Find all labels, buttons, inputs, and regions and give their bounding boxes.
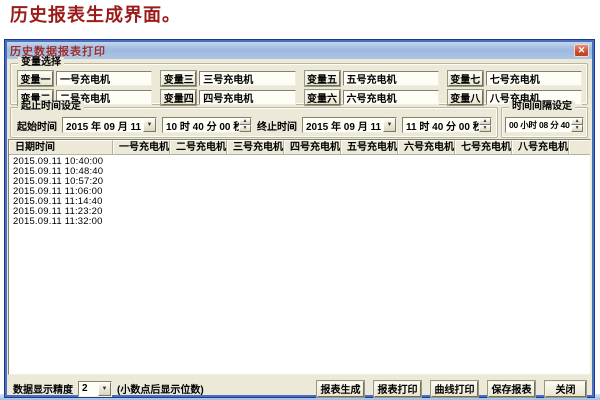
variable-select-group: 变量选择 变量一 一号充电机 变量三 三号充电机 变量五 五号充电机 变量七 七… [10, 63, 588, 105]
column-header-charger-2[interactable]: 二号充电机 [170, 140, 227, 154]
column-header-charger-5[interactable]: 五号充电机 [341, 140, 398, 154]
column-header-charger-4[interactable]: 四号充电机 [284, 140, 341, 154]
variable-1-button[interactable]: 变量一 [18, 71, 53, 86]
start-time-spinner[interactable]: ▲ ▼ [239, 118, 251, 132]
spinner-up-icon[interactable]: ▲ [239, 118, 251, 125]
end-time-input[interactable]: 11 时 40 分 00 秒 ▲ ▼ [402, 117, 492, 133]
generate-report-button[interactable]: 报表生成 [317, 381, 364, 397]
start-date-value: 2015 年 09 月 11 日 [66, 118, 143, 133]
end-date-value: 2015 年 09 月 11 日 [306, 118, 383, 133]
column-header-datetime[interactable]: 日期时间 [9, 140, 113, 154]
end-time-value: 11 时 40 分 00 秒 [406, 118, 479, 133]
heading-fragment: 、 [0, 5, 10, 25]
variable-7-button[interactable]: 变量七 [448, 71, 483, 86]
interval-group: 时间间隔设定 00 小时 08 分 40 秒 ▲ ▼ [501, 107, 588, 138]
column-header-filler [569, 140, 590, 154]
spinner-down-icon[interactable]: ▼ [479, 125, 491, 132]
start-time-label: 起始时间 [17, 118, 57, 133]
table-header-row: 日期时间 一号充电机 二号充电机 三号充电机 四号充电机 五号充电机 六号充电机… [9, 140, 590, 155]
precision-hint: (小数点后显示位数) [117, 381, 204, 396]
interval-spinner[interactable]: ▲ ▼ [571, 118, 583, 132]
start-date-picker[interactable]: 2015 年 09 月 11 日 ▼ [62, 117, 157, 133]
start-time-input[interactable]: 10 时 40 分 00 秒 ▲ ▼ [162, 117, 252, 133]
precision-label: 数据显示精度 [13, 381, 73, 396]
spinner-up-icon[interactable]: ▲ [479, 118, 491, 125]
variable-8-button[interactable]: 变量八 [448, 90, 483, 105]
chevron-down-icon[interactable]: ▼ [98, 382, 111, 396]
precision-select[interactable]: 2 ▼ [78, 381, 112, 397]
save-report-button[interactable]: 保存报表 [488, 381, 535, 397]
variable-7-value-field[interactable]: 七号充电机 [486, 71, 582, 86]
variable-3-value-field[interactable]: 三号充电机 [199, 71, 295, 86]
variable-cell-5: 变量五 五号充电机 [305, 71, 439, 86]
spinner-up-icon[interactable]: ▲ [571, 118, 583, 125]
dialog-client-area: 变量选择 变量一 一号充电机 变量三 三号充电机 变量五 五号充电机 变量七 七… [7, 59, 592, 395]
chevron-down-icon[interactable]: ▼ [143, 118, 156, 132]
time-range-row: 起始时间 2015 年 09 月 11 日 ▼ 10 时 40 分 00 秒 ▲… [17, 117, 492, 133]
end-time-spinner[interactable]: ▲ ▼ [479, 118, 491, 132]
variable-cell-7: 变量七 七号充电机 [448, 71, 582, 86]
variable-grid: 变量一 一号充电机 变量三 三号充电机 变量五 五号充电机 变量七 七号充电机 … [18, 71, 582, 105]
end-date-picker[interactable]: 2015 年 09 月 11 日 ▼ [302, 117, 397, 133]
column-header-charger-1[interactable]: 一号充电机 [113, 140, 170, 154]
variable-cell-1: 变量一 一号充电机 [18, 71, 152, 86]
interval-input[interactable]: 00 小时 08 分 40 秒 ▲ ▼ [505, 117, 584, 133]
close-dialog-button[interactable]: 关闭 [545, 381, 586, 397]
variable-3-button[interactable]: 变量三 [161, 71, 196, 86]
print-report-button[interactable]: 报表打印 [374, 381, 421, 397]
table-body[interactable]: 2015.09.11 10:40:00 2015.09.11 10:48:40 … [9, 155, 590, 374]
print-curve-button[interactable]: 曲线打印 [431, 381, 478, 397]
interval-value: 00 小时 08 分 40 秒 [509, 119, 571, 131]
report-table[interactable]: 日期时间 一号充电机 二号充电机 三号充电机 四号充电机 五号充电机 六号充电机… [8, 139, 591, 375]
heading-text: 历史报表生成界面。 [10, 5, 181, 25]
variable-cell-4: 变量四 四号充电机 [161, 90, 295, 105]
interval-label: 时间间隔设定 [509, 101, 575, 113]
variable-5-value-field[interactable]: 五号充电机 [343, 71, 439, 86]
page-title: 、历史报表生成界面。 [0, 1, 181, 27]
spinner-down-icon[interactable]: ▼ [571, 125, 583, 132]
end-time-label: 终止时间 [257, 118, 297, 133]
time-range-label: 起止时间设定 [18, 101, 84, 113]
precision-value: 2 [82, 383, 98, 394]
chevron-down-icon[interactable]: ▼ [383, 118, 396, 132]
close-icon: ✕ [578, 46, 586, 55]
variable-4-button[interactable]: 变量四 [161, 90, 196, 105]
variable-6-button[interactable]: 变量六 [305, 90, 340, 105]
variable-6-value-field[interactable]: 六号充电机 [343, 90, 439, 105]
column-header-charger-3[interactable]: 三号充电机 [227, 140, 284, 154]
start-time-value: 10 时 40 分 00 秒 [166, 118, 239, 133]
variable-cell-6: 变量六 六号充电机 [305, 90, 439, 105]
footer-bar: 数据显示精度 2 ▼ (小数点后显示位数) 报表生成 报表打印 曲线打印 保存报… [13, 380, 586, 397]
spinner-down-icon[interactable]: ▼ [239, 125, 251, 132]
variable-select-label: 变量选择 [18, 57, 64, 69]
dialog-titlebar[interactable]: 历史数据报表打印 ✕ [7, 42, 592, 59]
history-report-print-dialog: 历史数据报表打印 ✕ 变量选择 变量一 一号充电机 变量三 三号充电机 变量五 … [5, 40, 594, 397]
variable-5-button[interactable]: 变量五 [305, 71, 340, 86]
table-row[interactable]: 2015.09.11 11:32:00 [9, 217, 590, 227]
variable-4-value-field[interactable]: 四号充电机 [199, 90, 295, 105]
column-header-charger-8[interactable]: 八号充电机 [512, 140, 569, 154]
close-button[interactable]: ✕ [574, 44, 589, 57]
column-header-charger-7[interactable]: 七号充电机 [455, 140, 512, 154]
column-header-charger-6[interactable]: 六号充电机 [398, 140, 455, 154]
variable-1-value-field[interactable]: 一号充电机 [56, 71, 152, 86]
variable-cell-3: 变量三 三号充电机 [161, 71, 295, 86]
time-range-group: 起止时间设定 起始时间 2015 年 09 月 11 日 ▼ 10 时 40 分… [10, 107, 498, 138]
